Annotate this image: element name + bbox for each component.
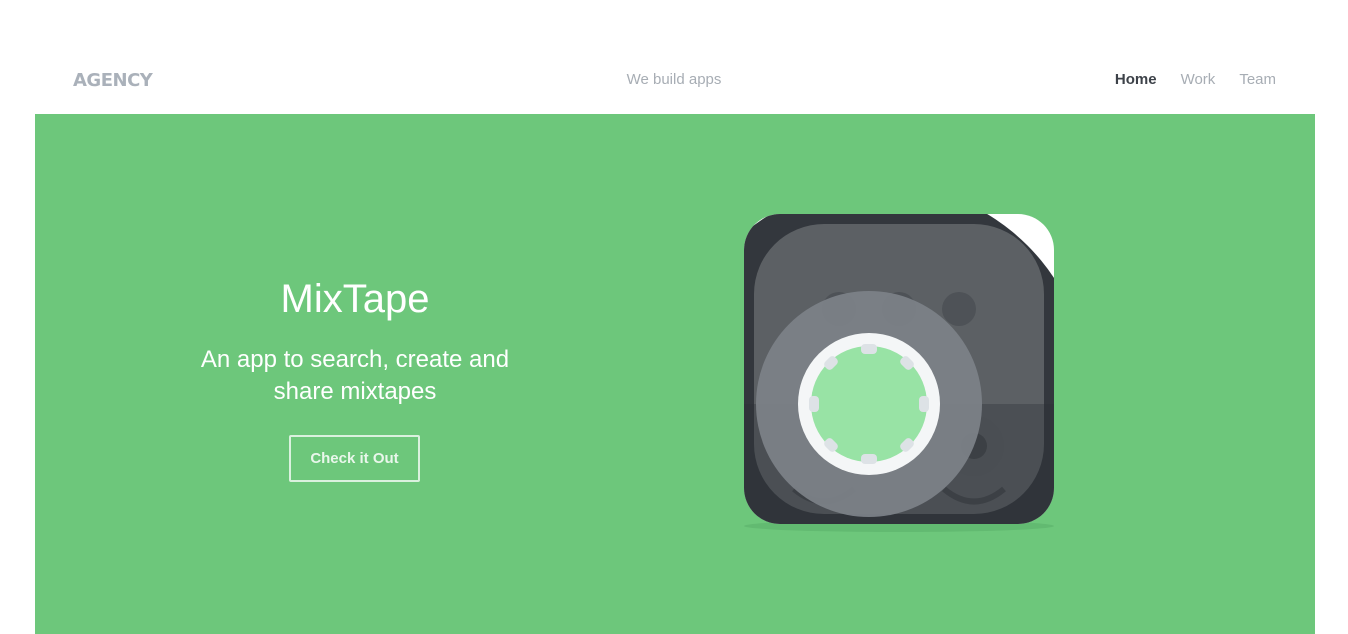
nav-home[interactable]: Home (1115, 70, 1157, 90)
site-header: AGENCY We build apps Home Work Team (0, 0, 1348, 114)
mixtape-app-icon (744, 214, 1054, 532)
nav-team[interactable]: Team (1239, 70, 1276, 90)
page: AGENCY We build apps Home Work Team MixT… (0, 0, 1348, 634)
nav-work[interactable]: Work (1181, 70, 1216, 90)
hero-section: MixTape An app to search, create and sha… (35, 114, 1315, 634)
hero-description: An app to search, create and share mixta… (200, 346, 510, 405)
check-it-out-button[interactable]: Check it Out (289, 435, 420, 482)
hero-title: MixTape (280, 277, 430, 321)
main-nav: Home Work Team (1115, 70, 1276, 90)
